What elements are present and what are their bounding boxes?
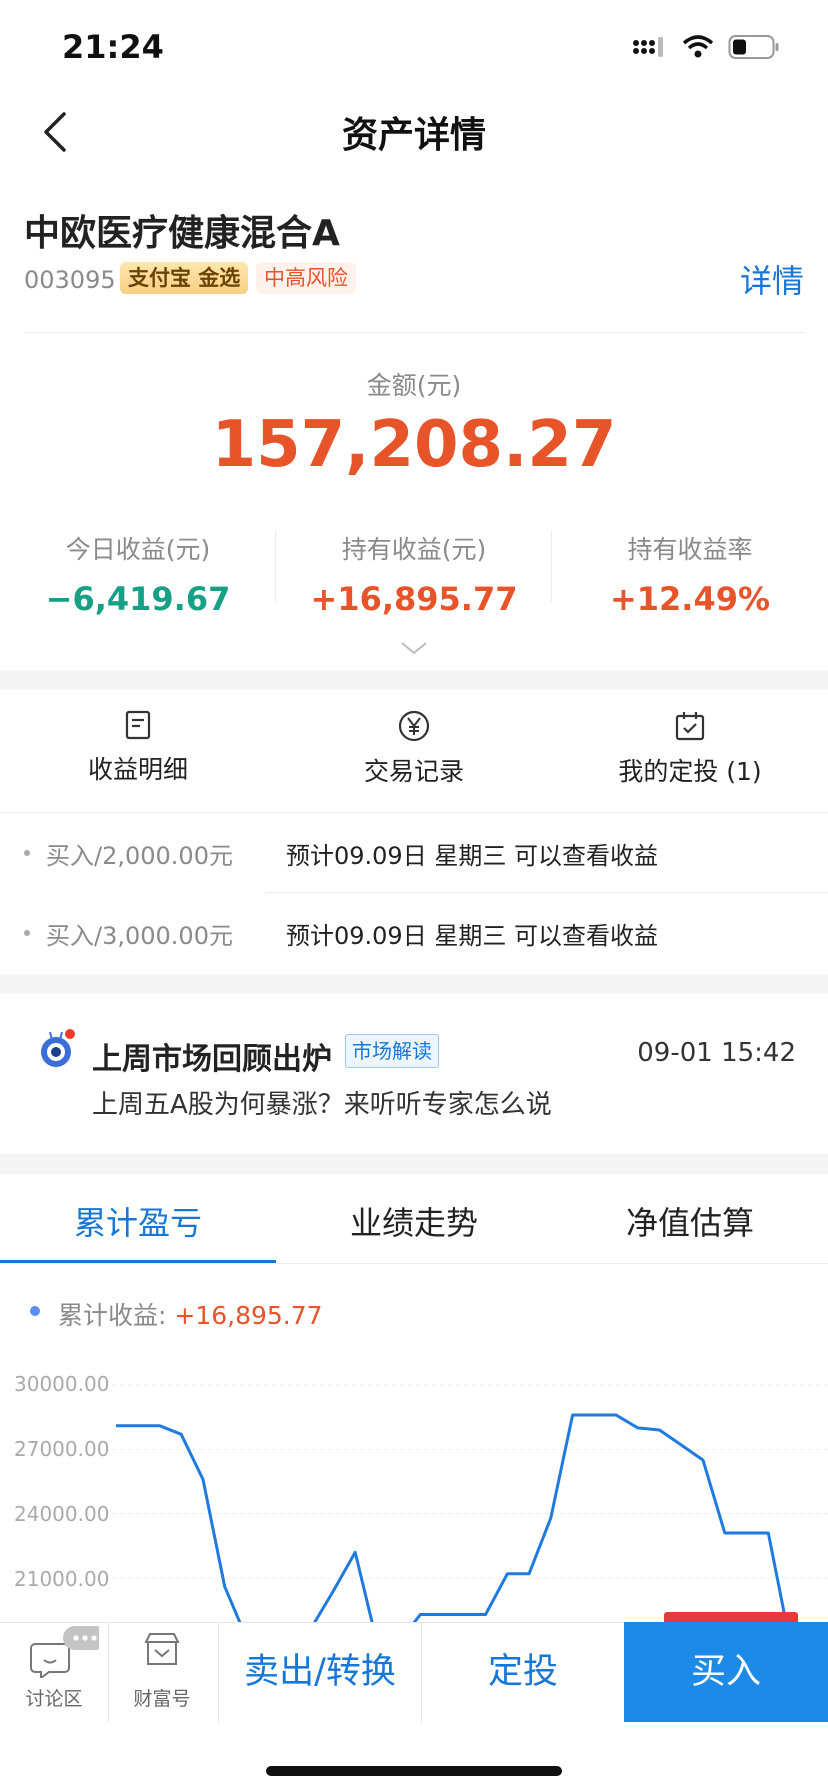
section-gap: [0, 974, 828, 994]
buy-button[interactable]: 买入: [624, 1622, 828, 1722]
list-item[interactable]: 买入/3,000.00元 预计09.09日 星期三 可以查看收益: [24, 893, 828, 973]
page-title: 资产详情: [341, 115, 486, 156]
chevron-down-icon[interactable]: [400, 640, 428, 656]
bullet: [24, 930, 30, 936]
section-gap: [0, 1154, 828, 1174]
action-transactions[interactable]: 交易记录: [276, 710, 552, 788]
fund-code: 003095: [24, 266, 116, 294]
action-earnings-detail[interactable]: 收益明细: [0, 710, 276, 786]
stat-value: +12.49%: [609, 580, 771, 618]
shop-icon: [144, 1633, 180, 1665]
pending-amount: 买入/2,000.00元: [46, 841, 233, 870]
legend-value: +16,895.77: [174, 1301, 323, 1330]
wealth-button[interactable]: 财富号: [108, 1622, 216, 1722]
home-indicator: [266, 1766, 562, 1776]
value-tag: [664, 1612, 798, 1622]
action-label: 收益明细: [87, 755, 188, 784]
stat-label: 今日收益(元): [65, 535, 211, 564]
legend-label: 累计收益:: [58, 1301, 175, 1330]
tab-cumulative[interactable]: 累计盈亏: [0, 1198, 276, 1244]
signal-icon: [633, 37, 663, 57]
wealth-label: 财富号: [133, 1688, 191, 1710]
tab-performance[interactable]: 业绩走势: [276, 1198, 552, 1244]
stat-label: 持有收益率: [627, 535, 753, 564]
amount-label: 金额(元): [366, 371, 462, 400]
stat-rate: 持有收益率 +12.49%: [552, 530, 828, 618]
calendar-check-icon: [675, 712, 705, 741]
fixed-investment-button[interactable]: 定投: [422, 1622, 624, 1722]
stat-value: −6,419.67: [45, 580, 231, 618]
detail-link[interactable]: 详情: [740, 256, 804, 302]
robot-icon: [41, 1029, 75, 1067]
action-fixed-investment[interactable]: 我的定投 (1): [552, 710, 828, 788]
yen-circle-icon: [398, 710, 430, 742]
pending-hint: 预计09.09日 星期三 可以查看收益: [286, 921, 658, 950]
action-label: 交易记录: [363, 757, 464, 786]
list-item[interactable]: 买入/2,000.00元 预计09.09日 星期三 可以查看收益: [24, 813, 828, 893]
sell-transfer-button[interactable]: 卖出/转换: [219, 1622, 421, 1722]
pending-hint: 预计09.09日 星期三 可以查看收益: [286, 841, 658, 870]
status-time: 21:24: [62, 28, 164, 66]
cumulative-chart: [112, 1384, 828, 1622]
discussion-button[interactable]: 讨论区: [0, 1622, 108, 1722]
wifi-icon: [682, 35, 714, 58]
stat-today: 今日收益(元) −6,419.67: [0, 530, 276, 618]
divider: [24, 332, 804, 333]
discussion-label: 讨论区: [25, 1688, 83, 1710]
tab-nav-estimate[interactable]: 净值估算: [552, 1198, 828, 1244]
legend: 累计收益: +16,895.77: [58, 1296, 323, 1332]
action-label: 我的定投 (1): [618, 757, 762, 786]
news-tag: 市场解读: [345, 1034, 439, 1068]
fund-name: 中欧医疗健康混合A: [24, 213, 340, 254]
legend-dot: [30, 1306, 40, 1316]
news-subtitle: 上周五A股为何暴涨？来听听专家怎么说: [92, 1090, 552, 1120]
stat-value: +16,895.77: [310, 580, 518, 618]
stat-label: 持有收益(元): [341, 535, 487, 564]
battery-icon: [728, 35, 779, 59]
risk-badge: 中高风险: [256, 262, 356, 294]
stat-holding: 持有收益(元) +16,895.77: [276, 530, 552, 618]
bullet: [24, 850, 30, 856]
section-gap: [0, 670, 828, 690]
pending-amount: 买入/3,000.00元: [46, 921, 233, 950]
chat-icon: [30, 1626, 99, 1678]
news-time: 09-01 15:42: [637, 1038, 796, 1068]
divider: [0, 1263, 828, 1264]
selection-badge: 支付宝 金选: [120, 262, 249, 294]
document-icon: [125, 710, 151, 740]
status-icons: [632, 34, 780, 60]
news-title: 上周市场回顾出炉: [92, 1042, 332, 1077]
amount-value: 157,208.27: [211, 408, 617, 482]
series-line: [116, 1413, 788, 1622]
